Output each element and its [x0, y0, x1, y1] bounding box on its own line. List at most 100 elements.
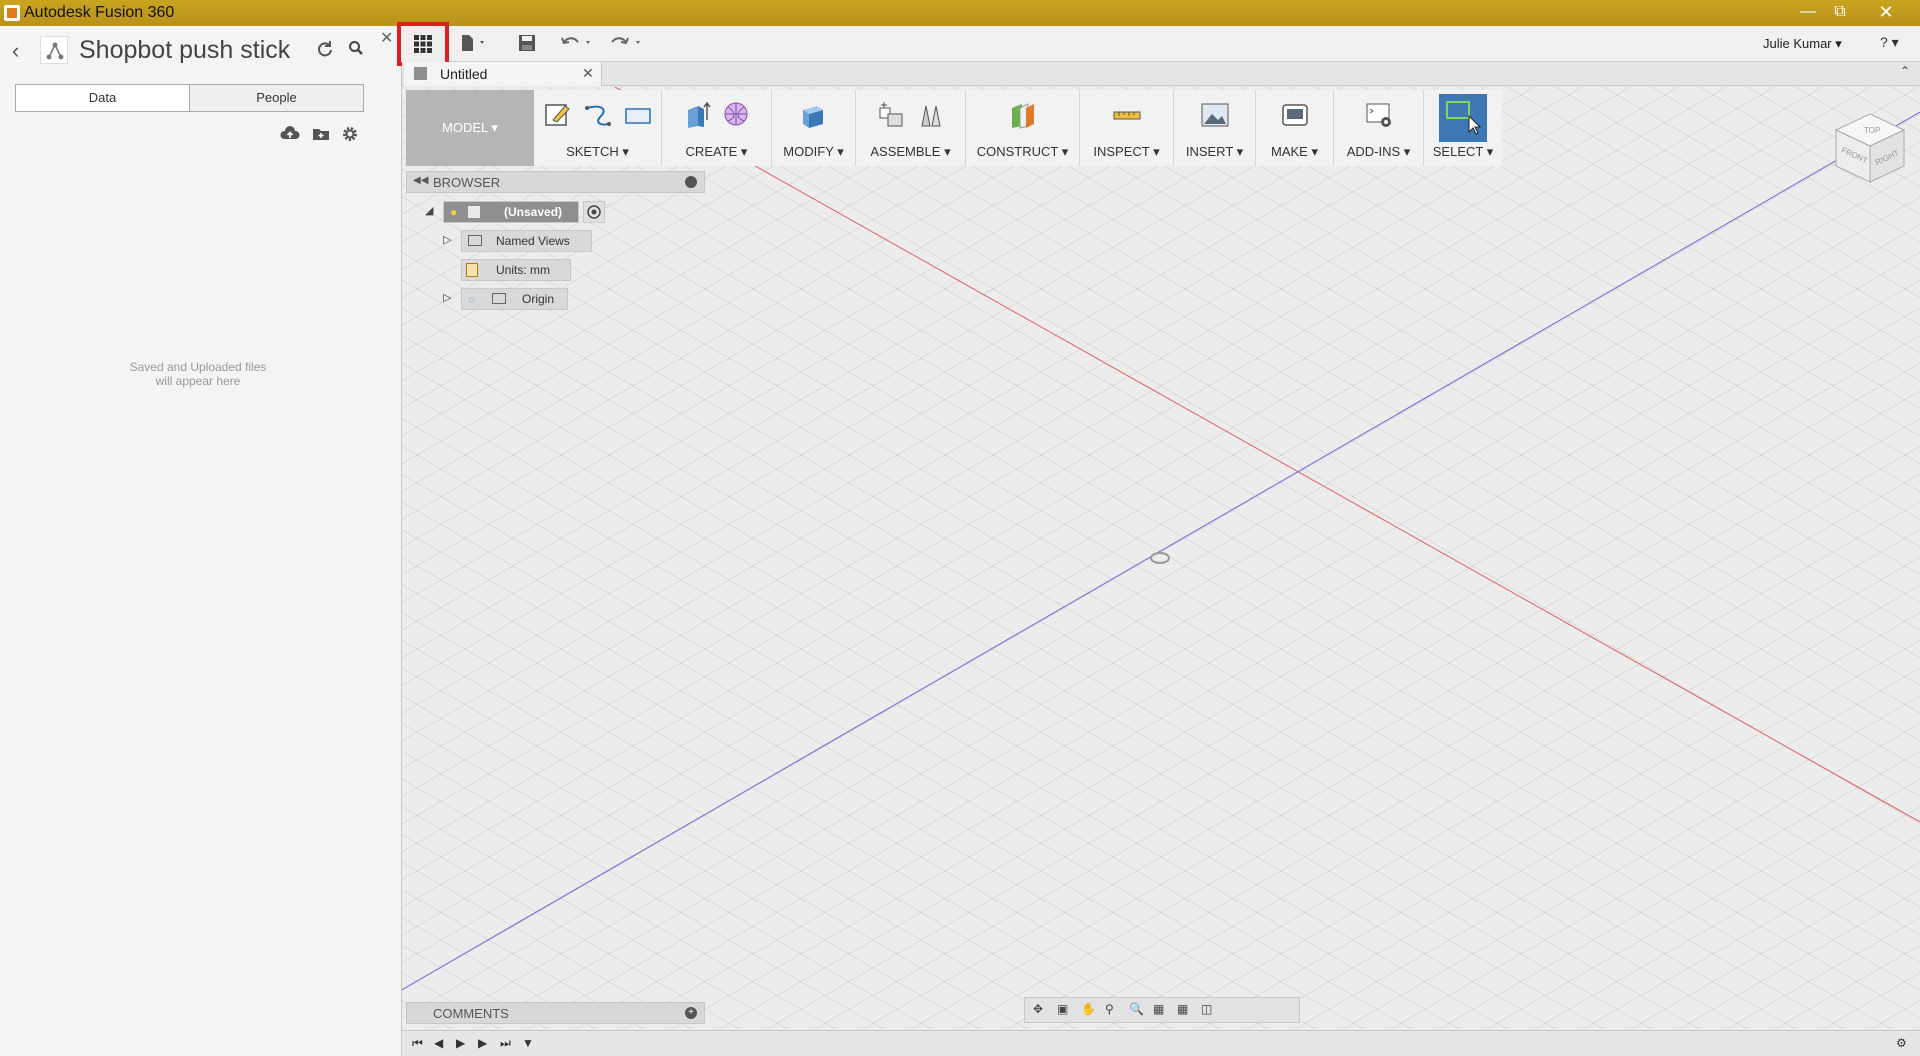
x-axis-line — [614, 87, 1920, 823]
zoom-icon[interactable]: ⚲ — [1105, 1002, 1123, 1018]
restore-icon[interactable]: ⧉ — [1824, 0, 1856, 24]
activate-component-icon[interactable] — [583, 201, 605, 223]
make-group-label: MAKE ▾ — [1271, 144, 1318, 159]
construct-group[interactable]: CONSTRUCT ▾ — [966, 90, 1080, 166]
file-menu-icon[interactable] — [460, 34, 490, 55]
document-tab[interactable]: Untitled ✕ — [404, 62, 602, 86]
browser-header[interactable]: ◀◀ BROWSER — [406, 171, 705, 193]
3d-print-icon[interactable] — [1280, 100, 1310, 130]
viewcube-top-label: TOP — [1864, 126, 1880, 135]
y-axis-line — [402, 111, 1920, 991]
timeline-marker-icon[interactable]: ▼ — [522, 1036, 534, 1050]
step-forward-icon[interactable]: ▶ — [478, 1036, 487, 1050]
form-sphere-icon[interactable] — [722, 100, 752, 130]
insert-canvas-icon[interactable] — [1200, 100, 1230, 130]
tab-data[interactable]: Data — [16, 85, 190, 111]
navigation-toolbar: ✥ ▣ ✋ ⚲ 🔍 ▦ ▦ ◫ — [1024, 997, 1300, 1023]
sketch-group[interactable]: SKETCH ▾ — [534, 90, 662, 166]
expand-triangle-icon[interactable]: ▷ — [443, 233, 451, 246]
window-titlebar: Autodesk Fusion 360 — ⧉ ✕ — [0, 0, 1920, 26]
browser-collapse-icon[interactable]: ◀◀ — [413, 175, 428, 186]
tree-node-origin[interactable]: ○ Origin — [461, 288, 568, 310]
select-group[interactable]: SELECT ▾ — [1424, 90, 1502, 166]
folder-icon — [468, 235, 482, 246]
new-folder-icon[interactable] — [312, 126, 330, 145]
minimize-icon[interactable]: — — [1792, 0, 1824, 24]
extrude-icon[interactable] — [682, 100, 712, 130]
timeline-settings-icon[interactable]: ⚙ — [1896, 1036, 1907, 1050]
tree-node-named-views[interactable]: Named Views — [461, 230, 592, 252]
inspect-group-label: INSPECT ▾ — [1093, 144, 1160, 159]
browser-minimize-icon[interactable] — [685, 176, 697, 188]
insert-group-label: INSERT ▾ — [1185, 144, 1244, 159]
go-to-start-icon[interactable]: ⏮ — [412, 1036, 423, 1051]
project-icon — [40, 36, 68, 64]
visibility-bulb-icon[interactable]: ● — [450, 202, 457, 222]
close-tab-icon[interactable]: ✕ — [582, 65, 594, 82]
sketch-group-label: SKETCH ▾ — [566, 144, 629, 159]
new-component-icon[interactable] — [876, 100, 906, 130]
create-group[interactable]: CREATE ▾ — [662, 90, 772, 166]
project-title: Shopbot push stick — [79, 36, 291, 64]
display-settings-icon[interactable]: ▦ — [1153, 1002, 1171, 1018]
make-group[interactable]: MAKE ▾ — [1256, 90, 1334, 166]
save-icon[interactable] — [518, 34, 536, 55]
zoom-window-icon[interactable]: 🔍 — [1129, 1002, 1147, 1018]
create-sketch-icon[interactable] — [543, 100, 573, 130]
offset-plane-icon[interactable] — [1008, 100, 1038, 130]
grid-settings-icon[interactable]: ▦ — [1177, 1002, 1195, 1018]
look-at-icon[interactable]: ▣ — [1057, 1002, 1075, 1018]
assemble-group[interactable]: ASSEMBLE ▾ — [856, 90, 966, 166]
go-to-end-icon[interactable]: ⏭ — [500, 1036, 511, 1051]
upload-icon[interactable] — [280, 126, 300, 145]
help-menu[interactable]: ? ▾ — [1880, 34, 1899, 51]
measure-icon[interactable] — [1112, 100, 1142, 130]
back-arrow-icon[interactable]: ‹ — [12, 38, 19, 64]
collapse-toolbar-icon[interactable]: ⌃ — [1900, 64, 1910, 78]
insert-group[interactable]: INSERT ▾ — [1174, 90, 1256, 166]
redo-icon[interactable] — [610, 34, 644, 55]
panel-tools — [280, 126, 358, 145]
tree-node-units[interactable]: Units: mm — [461, 259, 571, 281]
tab-people[interactable]: People — [190, 85, 363, 111]
scripts-addins-icon[interactable] — [1364, 100, 1394, 130]
play-icon[interactable]: ▶ — [456, 1036, 465, 1050]
viewport-canvas[interactable] — [402, 87, 1920, 1029]
spline-icon[interactable] — [583, 100, 613, 130]
search-icon[interactable] — [348, 40, 364, 59]
modify-group[interactable]: MODIFY ▾ — [772, 90, 856, 166]
joint-icon[interactable] — [916, 100, 946, 130]
root-node-label: (Unsaved) — [504, 205, 563, 219]
select-tool-icon[interactable] — [1439, 94, 1487, 142]
user-account-menu[interactable]: Julie Kumar ▾ — [1763, 36, 1842, 52]
pan-hand-icon[interactable]: ✋ — [1081, 1002, 1099, 1018]
document-tab-title: Untitled — [440, 66, 488, 82]
settings-gear-icon[interactable] — [342, 126, 358, 145]
add-ins-group[interactable]: ADD-INS ▾ — [1334, 90, 1424, 166]
expand-triangle-icon[interactable]: ▷ — [443, 291, 451, 304]
select-group-label: SELECT ▾ — [1432, 144, 1494, 159]
browser-root-node[interactable]: ● (Unsaved) — [443, 201, 579, 223]
viewcube[interactable]: TOP FRONT RIGHT — [1830, 106, 1910, 189]
comments-panel[interactable]: COMMENTS + — [406, 1002, 705, 1024]
construct-group-label: CONSTRUCT ▾ — [976, 144, 1069, 159]
inspect-group[interactable]: INSPECT ▾ — [1080, 90, 1174, 166]
data-people-tabs: Data People — [15, 84, 364, 112]
close-icon[interactable]: ✕ — [1870, 0, 1902, 24]
show-data-panel-grid-button[interactable] — [397, 22, 449, 66]
refresh-icon[interactable] — [316, 40, 334, 61]
data-panel: ‹ Shopbot push stick ✕ Data People Saved… — [0, 26, 402, 1056]
add-comment-icon[interactable]: + — [685, 1007, 697, 1019]
close-panel-icon[interactable]: ✕ — [380, 28, 393, 48]
visibility-bulb-icon[interactable]: ○ — [468, 289, 475, 309]
press-pull-icon[interactable] — [799, 100, 829, 130]
expand-triangle-icon[interactable]: ◢ — [425, 204, 433, 217]
step-back-icon[interactable]: ◀ — [434, 1036, 443, 1050]
viewports-icon[interactable]: ◫ — [1201, 1002, 1219, 1018]
timeline-bar: ⏮ ◀ ▶ ▶ ⏭ ▼ ⚙ — [402, 1030, 1920, 1056]
undo-icon[interactable] — [560, 34, 594, 55]
rectangle-icon[interactable] — [623, 100, 653, 130]
empty-files-message: Saved and Uploaded files will appear her… — [0, 360, 396, 388]
orbit-icon[interactable]: ✥ — [1033, 1002, 1051, 1018]
workspace-switcher[interactable]: MODEL ▾ — [406, 90, 534, 166]
